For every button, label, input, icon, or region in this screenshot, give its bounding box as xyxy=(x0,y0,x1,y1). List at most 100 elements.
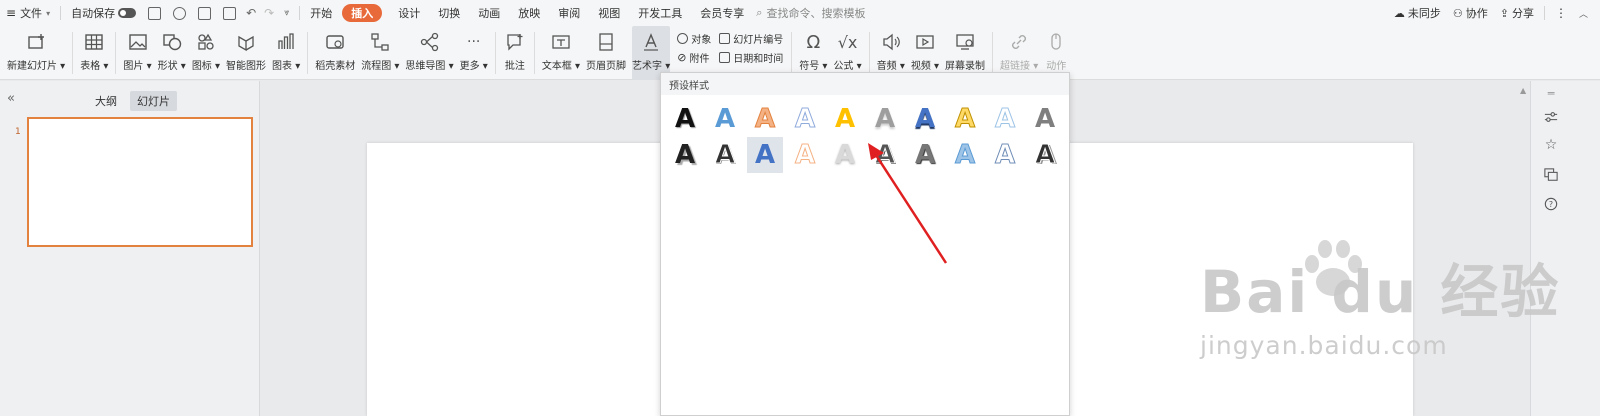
header-footer-button[interactable]: 页眉页脚 xyxy=(586,26,626,80)
tab-developer[interactable]: 开发工具 xyxy=(632,0,688,26)
wordart-style-7[interactable]: A xyxy=(907,101,943,137)
chart-label: 图表 ▾ xyxy=(272,61,301,72)
wordart-dropdown: 预设样式 AAAAAAAAAAAAAAAAAAAA xyxy=(660,72,1070,416)
wordart-style-5[interactable]: A xyxy=(827,101,863,137)
undo-icon[interactable]: ↶ xyxy=(246,6,256,20)
customize-icon[interactable]: ⩔ xyxy=(284,8,289,18)
icon-button[interactable]: 图标 ▾ xyxy=(192,26,220,80)
tab-slides[interactable]: 幻灯片 xyxy=(130,91,177,111)
wordart-style-1[interactable]: A xyxy=(667,101,703,137)
wordart-style-11[interactable]: A xyxy=(667,137,703,173)
tab-insert[interactable]: 插入 xyxy=(342,4,383,22)
divider xyxy=(868,32,870,74)
tab-home[interactable]: 开始 xyxy=(304,0,338,26)
object-label: 对象 xyxy=(691,35,712,46)
tab-review[interactable]: 审阅 xyxy=(552,0,586,26)
watermark: Bai du 经验 jingyan.baidu.com xyxy=(1200,245,1560,360)
command-search[interactable]: ⌕ 查找命令、搜索模板 xyxy=(750,0,871,26)
smartart-icon xyxy=(234,30,258,54)
video-label: 视频 ▾ xyxy=(910,61,940,72)
flowchart-button[interactable]: 流程图 ▾ xyxy=(361,26,399,80)
audio-label: 音频 ▾ xyxy=(876,61,905,72)
slide-thumbnail[interactable] xyxy=(27,117,253,247)
wordart-style-16[interactable]: A xyxy=(867,137,903,173)
properties-icon[interactable] xyxy=(1543,109,1559,125)
collapse-panel-icon[interactable]: « xyxy=(7,91,15,106)
tab-slideshow[interactable]: 放映 xyxy=(512,0,546,26)
animation-star-icon[interactable]: ☆ xyxy=(1543,137,1559,153)
video-icon xyxy=(913,30,937,54)
redo-icon[interactable]: ↷ xyxy=(264,6,274,20)
tab-transitions[interactable]: 切换 xyxy=(432,0,466,26)
svg-text:?: ? xyxy=(1549,200,1553,209)
chart-button[interactable]: 图表 ▾ xyxy=(272,26,300,80)
save-icon[interactable] xyxy=(148,6,162,20)
toggle-switch-icon xyxy=(118,8,137,18)
table-button[interactable]: 表格 ▾ xyxy=(80,26,108,80)
object-button[interactable]: 对象 xyxy=(677,31,711,46)
print-icon[interactable] xyxy=(198,6,212,20)
slide-number-button[interactable]: 幻灯片编号 xyxy=(719,31,783,46)
search-icon: ⌕ xyxy=(756,6,763,19)
collab-button[interactable]: ⚇ 协作 xyxy=(1447,0,1494,26)
wordart-style-4[interactable]: A xyxy=(787,101,823,137)
datetime-button[interactable]: 日期和时间 xyxy=(719,50,783,65)
wordart-style-18[interactable]: A xyxy=(947,137,983,173)
wordart-style-17[interactable]: A xyxy=(907,137,943,173)
autosave-toggle[interactable]: 自动保存 xyxy=(65,0,142,26)
flowchart-icon xyxy=(368,30,392,54)
format-painter-icon[interactable] xyxy=(173,6,187,20)
wordart-style-13[interactable]: A xyxy=(747,137,783,173)
comment-button[interactable]: 批注 xyxy=(503,26,527,80)
print-preview-icon[interactable] xyxy=(223,6,237,20)
textbox-label: 文本框 ▾ xyxy=(541,61,581,72)
textbox-button[interactable]: 文本框 ▾ xyxy=(542,26,580,80)
divider xyxy=(791,32,793,74)
link-icon xyxy=(1007,30,1031,54)
wordart-style-9[interactable]: A xyxy=(987,101,1023,137)
wordart-style-10[interactable]: A xyxy=(1027,101,1063,137)
tab-view[interactable]: 视图 xyxy=(592,0,626,26)
slide-copy-icon[interactable] xyxy=(1543,167,1559,183)
divider xyxy=(72,32,74,74)
wordart-style-3[interactable]: A xyxy=(747,101,783,137)
picture-label: 图片 ▾ xyxy=(123,61,152,72)
tab-outline[interactable]: 大纲 xyxy=(88,91,124,111)
more-icon: ··· xyxy=(467,34,481,50)
collapse-ribbon-icon[interactable]: ︿ xyxy=(1573,7,1594,20)
smartart-button[interactable]: 智能图形 xyxy=(226,26,266,80)
header-footer-label: 页眉页脚 xyxy=(586,61,627,72)
sync-status[interactable]: ☁ 未同步 xyxy=(1388,0,1447,26)
tab-member[interactable]: 会员专享 xyxy=(694,0,750,26)
help-icon[interactable]: ? xyxy=(1543,196,1559,212)
more-options-icon[interactable]: ⋮ xyxy=(1549,6,1573,20)
wordart-style-14[interactable]: A xyxy=(787,137,823,173)
shape-button[interactable]: 形状 ▾ xyxy=(158,26,186,80)
icon-label: 图标 ▾ xyxy=(191,61,221,72)
scroll-up-icon[interactable]: ▲ xyxy=(1520,86,1526,95)
material-button[interactable]: 稻壳素材 xyxy=(315,26,355,80)
wordart-style-2[interactable]: A xyxy=(707,101,743,137)
wordart-style-8[interactable]: A xyxy=(947,101,983,137)
wordart-style-20[interactable]: A xyxy=(1027,137,1063,173)
wordart-style-15[interactable]: A xyxy=(827,137,863,173)
wordart-style-6[interactable]: A xyxy=(867,101,903,137)
attachment-button[interactable]: ⊘ 附件 xyxy=(677,50,711,65)
more-button[interactable]: ··· 更多 ▾ xyxy=(460,26,488,80)
file-menu[interactable]: ≡ 文件 ▾ xyxy=(0,0,56,26)
icons-library-icon xyxy=(194,30,218,54)
wordart-style-19[interactable]: A xyxy=(987,137,1023,173)
screen-record-icon xyxy=(953,30,977,54)
share-button[interactable]: ⇪ 分享 xyxy=(1494,0,1540,26)
wordart-style-12[interactable]: A xyxy=(707,137,743,173)
collapse-sidebar-icon[interactable]: ═ xyxy=(1543,85,1559,101)
tab-design[interactable]: 设计 xyxy=(392,0,426,26)
tab-animation[interactable]: 动画 xyxy=(472,0,506,26)
mindmap-button[interactable]: 思维导图 ▾ xyxy=(405,26,454,80)
new-slide-button[interactable]: 新建幻灯片 ▾ xyxy=(7,26,65,80)
picture-button[interactable]: 图片 ▾ xyxy=(123,26,152,80)
new-slide-label: 新建幻灯片 ▾ xyxy=(7,61,66,72)
slide-number-label: 幻灯片编号 xyxy=(733,35,784,46)
sync-label: 未同步 xyxy=(1407,7,1441,20)
divider xyxy=(1543,6,1545,20)
